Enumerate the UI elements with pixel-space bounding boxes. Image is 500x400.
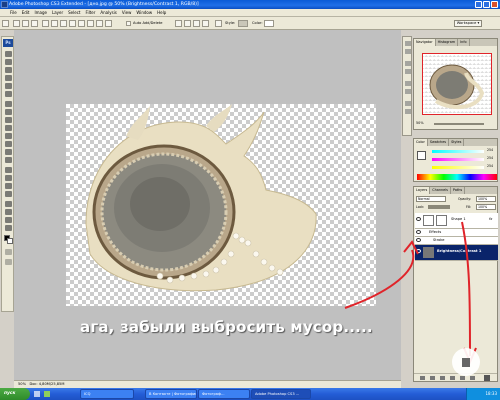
taskbar-vkontakte[interactable]: В Контакте | Фотографии (145, 389, 197, 399)
taskbar-icq[interactable]: ICQ (80, 389, 134, 399)
quicklaunch-icon[interactable] (44, 391, 50, 397)
start-button[interactable]: пуск (0, 388, 30, 400)
clock: 18:33 (485, 391, 497, 396)
quicklaunch-icon[interactable] (34, 391, 40, 397)
taskbar-photographer[interactable]: Фотограф... (198, 389, 250, 399)
annotation-overlay (344, 221, 480, 376)
annotation-caption: ага, забыли выбросить мусор..... (80, 318, 373, 336)
taskbar-photoshop[interactable]: Adobe Photoshop CS3 ... (251, 389, 311, 399)
system-tray: 18:33 (466, 388, 500, 400)
windows-taskbar: пуск ICQ В Контакте | Фотографии Фотогра… (0, 388, 500, 400)
trash-highlight-icon (462, 358, 470, 367)
